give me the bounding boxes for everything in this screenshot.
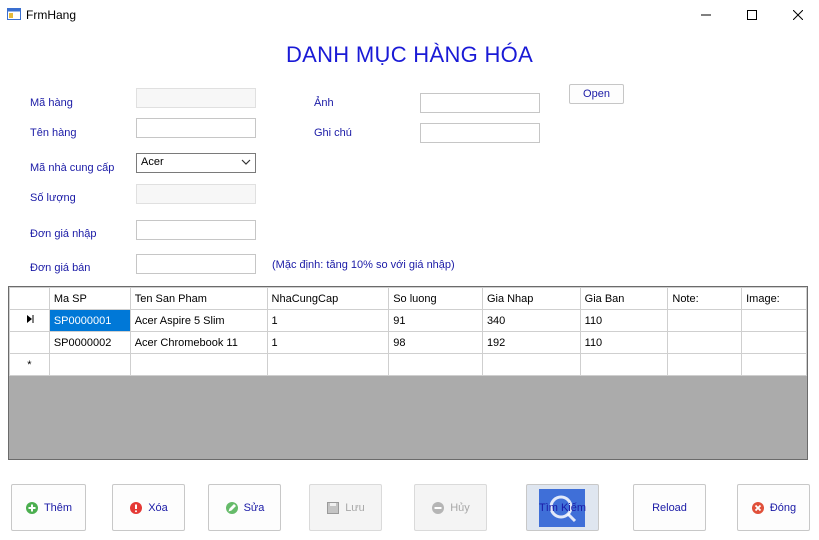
dong-button[interactable]: Đóng [737, 484, 810, 531]
window-title: FrmHang [26, 8, 77, 22]
table-cell[interactable]: Acer Aspire 5 Slim [129, 309, 268, 332]
table-cell[interactable]: 1 [266, 309, 390, 332]
them-button[interactable]: Thêm [11, 484, 86, 531]
table-row[interactable]: SP0000002 Acer Chromebook 11 1 98 192 11… [9, 331, 807, 354]
table-cell[interactable] [741, 331, 807, 354]
save-icon [327, 501, 340, 514]
table-cell[interactable]: 1 [266, 331, 390, 354]
table-cell[interactable] [388, 353, 483, 376]
column-header[interactable]: Gia Nhap [481, 287, 581, 310]
current-row-icon [27, 315, 34, 323]
table-cell[interactable] [667, 353, 743, 376]
ma-hang-input[interactable] [136, 88, 256, 108]
xoa-label: Xóa [148, 501, 168, 514]
table-cell[interactable]: SP0000002 [48, 331, 131, 354]
table-cell[interactable] [481, 353, 581, 376]
table-cell[interactable]: 192 [481, 331, 581, 354]
table-cell[interactable] [129, 353, 268, 376]
sua-button[interactable]: Sửa [208, 484, 281, 531]
table-cell[interactable]: 110 [579, 309, 669, 332]
column-header[interactable]: Ten San Pham [129, 287, 268, 310]
app-icon [7, 7, 21, 21]
new-row[interactable]: * [9, 353, 807, 376]
table-cell[interactable] [741, 309, 807, 332]
grid-header-row: Ma SP Ten San Pham NhaCungCap So luong G… [9, 287, 807, 310]
column-header[interactable]: Image: [741, 287, 807, 310]
anh-input[interactable] [420, 93, 540, 113]
products-grid[interactable]: Ma SP Ten San Pham NhaCungCap So luong G… [8, 286, 808, 460]
table-cell[interactable] [266, 353, 390, 376]
table-cell[interactable]: 98 [388, 331, 483, 354]
close-button[interactable] [775, 0, 819, 30]
close-circle-icon [751, 501, 764, 514]
table-cell[interactable] [667, 309, 743, 332]
maximize-icon [747, 10, 757, 20]
column-header[interactable]: So luong [388, 287, 483, 310]
ma-ncc-value: Acer [141, 156, 164, 168]
don-gia-ban-input[interactable] [136, 254, 256, 274]
column-header[interactable]: Note: [667, 287, 743, 310]
xoa-button[interactable]: Xóa [112, 484, 185, 531]
table-cell[interactable]: SP0000001 [48, 309, 131, 332]
ten-hang-input[interactable] [136, 118, 256, 138]
edit-icon [225, 501, 238, 514]
new-row-marker: * [9, 353, 50, 376]
ma-ncc-label: Mã nhà cung cấp [30, 162, 115, 174]
luu-button[interactable]: Lưu [309, 484, 382, 531]
table-cell[interactable]: Acer Chromebook 11 [129, 331, 268, 354]
delete-icon [130, 501, 143, 514]
them-label: Thêm [43, 501, 73, 514]
ghi-chu-label: Ghi chú [314, 127, 352, 139]
column-header[interactable]: Gia Ban [579, 287, 669, 310]
tim-kiem-label: Tìm Kiếm [538, 501, 587, 514]
don-gia-ban-label: Đơn giá bán [30, 262, 91, 274]
table-cell[interactable]: 91 [388, 309, 483, 332]
ma-hang-label: Mã hàng [30, 97, 73, 109]
grid-corner-header [9, 287, 50, 310]
ghi-chu-input[interactable] [420, 123, 540, 143]
minimize-button[interactable] [683, 0, 729, 30]
page-title: DANH MỤC HÀNG HÓA [285, 42, 534, 67]
title-bar: FrmHang [0, 0, 819, 30]
reload-button[interactable]: Reload [633, 484, 706, 531]
gia-ban-hint: (Mặc định: tăng 10% so với giá nhập) [272, 259, 455, 271]
so-luong-label: Số lượng [30, 192, 76, 204]
sua-label: Sửa [243, 501, 265, 514]
don-gia-nhap-input[interactable] [136, 220, 256, 240]
cancel-icon [432, 501, 445, 514]
chevron-down-icon [241, 159, 251, 165]
tim-kiem-button[interactable]: Tìm Kiếm [526, 484, 599, 531]
table-cell[interactable]: 340 [481, 309, 581, 332]
huy-button[interactable]: Hủy [414, 484, 487, 531]
row-header[interactable] [9, 309, 50, 332]
table-row[interactable]: SP0000001 Acer Aspire 5 Slim 1 91 340 11… [9, 309, 807, 332]
ten-hang-label: Tên hàng [30, 127, 77, 139]
open-button[interactable]: Open [569, 84, 624, 104]
close-icon [793, 10, 803, 20]
table-cell[interactable] [48, 353, 131, 376]
column-header[interactable]: NhaCungCap [266, 287, 390, 310]
don-gia-nhap-label: Đơn giá nhập [30, 228, 97, 240]
table-cell[interactable] [667, 331, 743, 354]
table-cell[interactable] [741, 353, 807, 376]
dong-label: Đóng [769, 501, 797, 514]
maximize-button[interactable] [729, 0, 775, 30]
so-luong-input[interactable] [136, 184, 256, 204]
row-header[interactable] [9, 331, 50, 354]
reload-label: Reload [652, 501, 687, 514]
table-cell[interactable]: 110 [579, 331, 669, 354]
huy-label: Hủy [450, 501, 470, 514]
ma-ncc-select[interactable]: Acer [136, 153, 256, 173]
add-icon [25, 501, 38, 514]
column-header[interactable]: Ma SP [48, 287, 131, 310]
anh-label: Ảnh [314, 97, 334, 109]
minimize-icon [701, 14, 711, 16]
table-cell[interactable] [579, 353, 669, 376]
luu-label: Lưu [345, 501, 365, 514]
